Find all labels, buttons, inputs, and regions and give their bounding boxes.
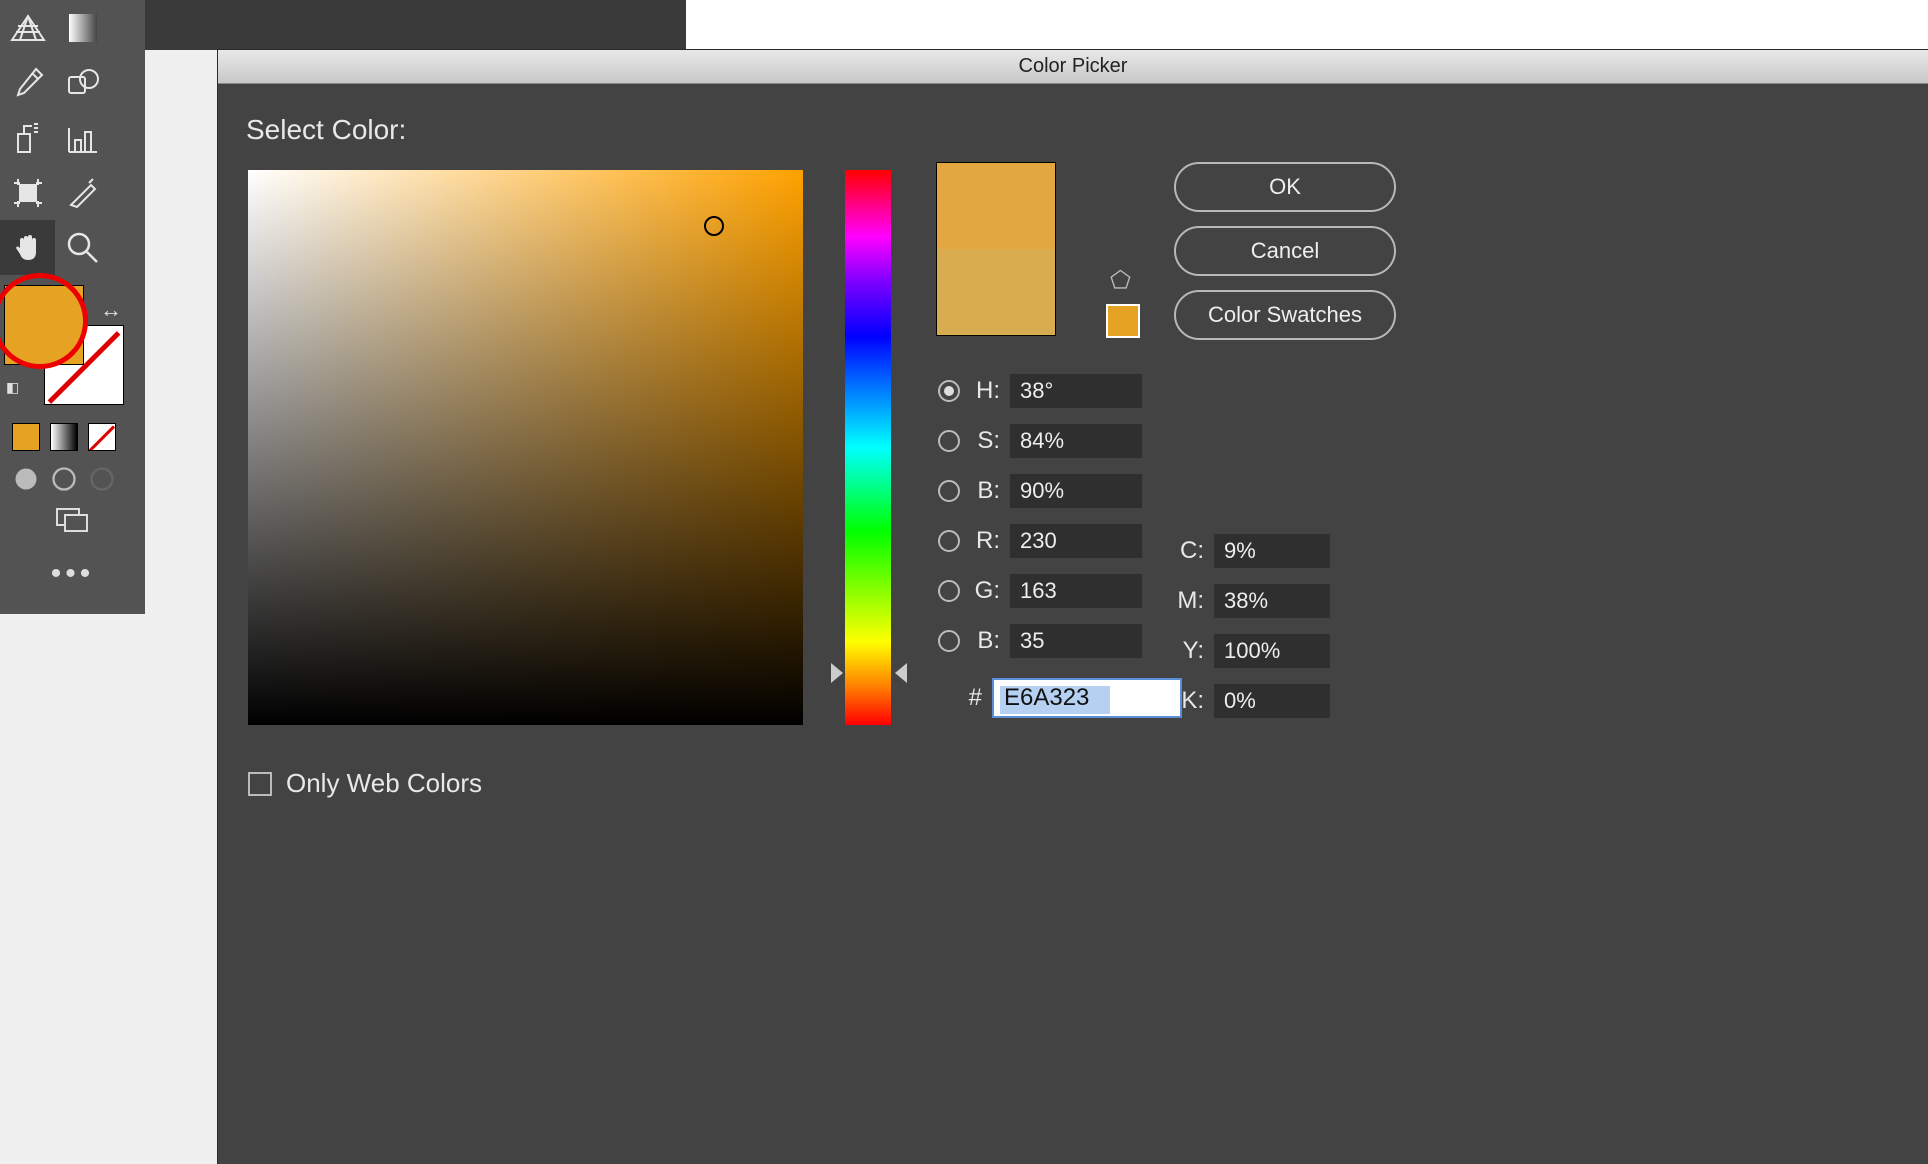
green-radio[interactable] [938,580,960,602]
saturation-input[interactable] [1010,424,1142,458]
black-label: K: [1174,687,1204,715]
gradient-tool-icon[interactable] [55,0,110,55]
green-input[interactable] [1010,574,1142,608]
edit-toolbar-icon[interactable]: ••• [0,557,145,591]
hue-input[interactable] [1010,374,1142,408]
screen-mode-row [0,465,145,493]
select-color-heading: Select Color: [246,114,1900,146]
artboard-tool-icon[interactable] [0,165,55,220]
brightness-radio[interactable] [938,480,960,502]
red-label: R: [970,527,1000,555]
swap-fill-stroke-icon[interactable]: ↔ [100,297,122,323]
perspective-grid-tool-icon[interactable] [0,0,55,55]
cmyk-fields: C: M: Y: K: [1174,534,1330,718]
screen-mode-icon[interactable] [53,503,93,537]
color-picker-dialog: Color Picker Select Color: ⬠ OK Cancel C… [218,50,1928,1164]
cancel-button[interactable]: Cancel [1174,226,1396,276]
saturation-brightness-field[interactable] [248,170,803,725]
red-radio[interactable] [938,530,960,552]
fill-stroke-swatches: ↔ ◧ [0,281,145,421]
default-fill-stroke-icon[interactable]: ◧ [6,379,19,396]
dialog-titlebar[interactable]: Color Picker [218,50,1928,84]
blend-tool-icon[interactable] [55,55,110,110]
color-mode-none[interactable] [88,423,116,451]
dialog-title: Color Picker [1019,55,1128,78]
out-of-gamut-icon[interactable]: ⬠ [1110,266,1131,295]
magenta-label: M: [1174,587,1204,615]
blue-input[interactable] [1010,624,1142,658]
blue-radio[interactable] [938,630,960,652]
zoom-tool-icon[interactable] [55,220,110,275]
draw-normal-icon[interactable] [12,465,40,493]
only-web-colors-label: Only Web Colors [286,768,482,799]
draw-behind-icon[interactable] [50,465,78,493]
yellow-label: Y: [1174,637,1204,665]
red-input[interactable] [1010,524,1142,558]
closest-web-color-swatch[interactable] [1106,304,1140,338]
color-mode-solid[interactable] [12,423,40,451]
hsv-rgb-fields: H: S: B: R: G: [938,374,1182,718]
yellow-input[interactable] [1214,634,1330,668]
hue-slider-handle-right[interactable] [895,663,907,683]
new-color-preview [937,163,1055,249]
web-colors-row: Only Web Colors [248,768,482,799]
symbol-sprayer-tool-icon[interactable] [0,110,55,165]
slice-tool-icon[interactable] [55,165,110,220]
color-mode-gradient[interactable] [50,423,78,451]
hand-tool-icon[interactable] [0,220,55,275]
brightness-label: B: [970,477,1000,505]
hue-label: H: [970,377,1000,405]
magenta-input[interactable] [1214,584,1330,618]
ok-button[interactable]: OK [1174,162,1396,212]
green-label: G: [970,577,1000,605]
hex-input[interactable] [992,678,1182,718]
workspace-background [145,0,686,50]
hue-slider[interactable] [845,170,891,725]
sat-field-cursor[interactable] [704,216,724,236]
color-mode-row [0,423,145,451]
saturation-label: S: [970,427,1000,455]
draw-inside-icon[interactable] [88,465,116,493]
black-input[interactable] [1214,684,1330,718]
hex-label: # [938,684,982,712]
cyan-input[interactable] [1214,534,1330,568]
hue-radio[interactable] [938,380,960,402]
current-color-preview[interactable] [937,249,1055,335]
cyan-label: C: [1174,537,1204,565]
brightness-input[interactable] [1010,474,1142,508]
tools-panel: ↔ ◧ ••• [0,0,145,614]
saturation-radio[interactable] [938,430,960,452]
only-web-colors-checkbox[interactable] [248,772,272,796]
color-swatches-button[interactable]: Color Swatches [1174,290,1396,340]
column-graph-tool-icon[interactable] [55,110,110,165]
blue-label: B: [970,627,1000,655]
color-preview [936,162,1056,336]
eyedropper-tool-icon[interactable] [0,55,55,110]
canvas-area [686,0,1928,50]
hue-slider-handle-left[interactable] [831,663,843,683]
